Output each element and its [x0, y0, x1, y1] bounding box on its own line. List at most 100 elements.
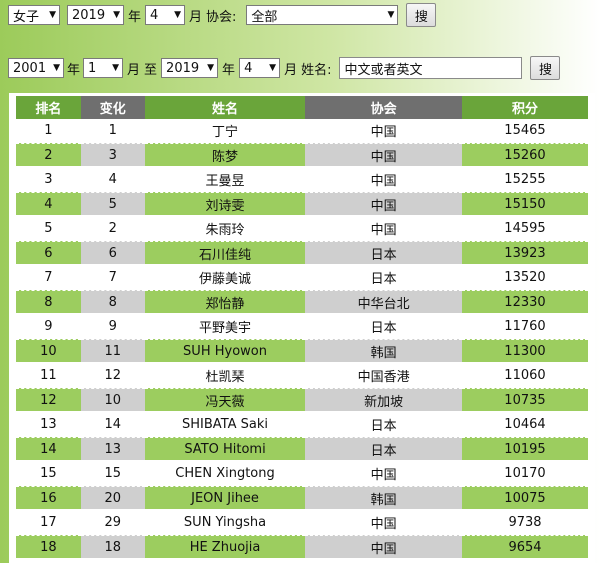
- chevron-down-icon: ▼: [387, 10, 395, 20]
- month-select[interactable]: 4 ▼: [145, 5, 186, 25]
- change-cell: 18: [80, 535, 145, 560]
- rank-cell: 7: [16, 266, 81, 290]
- year-select[interactable]: 2019 ▼: [67, 5, 124, 25]
- change-cell: 12: [80, 364, 145, 388]
- rank-cell: 14: [16, 437, 81, 462]
- association-cell: 中国: [305, 192, 462, 217]
- player-name-cell: HE Zhuojia: [144, 535, 306, 560]
- change-cell: 20: [80, 486, 145, 511]
- table-row: 16 20 JEON Jihee 韩国 10075: [16, 486, 588, 511]
- association-cell: 中国: [305, 217, 462, 241]
- table-row: 6 6 石川佳纯 日本 13923: [16, 241, 588, 266]
- points-cell: 9738: [461, 511, 588, 535]
- table-row: 11 12 杜凯琹 中国香港 11060: [16, 364, 588, 388]
- association-cell: 韩国: [305, 486, 462, 511]
- chevron-down-icon: ▼: [269, 63, 277, 73]
- change-cell: 29: [80, 511, 145, 535]
- from-year-value: 2001: [13, 60, 47, 76]
- change-cell: 15: [80, 462, 145, 486]
- rank-cell: 9: [16, 315, 81, 339]
- change-cell: 9: [80, 315, 145, 339]
- points-cell: 10195: [461, 437, 588, 462]
- col-points-header: 积分: [461, 96, 588, 119]
- filter-row-1: 女子 ▼ 2019 ▼ 年 4 ▼ 月 协会: 全部 ▼ 搜: [8, 3, 437, 27]
- table-row: 7 7 伊藤美诚 日本 13520: [16, 266, 588, 290]
- from-month-unit: 月: [127, 62, 141, 78]
- rank-cell: 18: [16, 535, 81, 560]
- year-value: 2019: [72, 7, 106, 23]
- from-month-select[interactable]: 1 ▼: [83, 58, 124, 78]
- player-name-cell: 平野美宇: [144, 315, 306, 339]
- change-cell: 5: [80, 192, 145, 217]
- table-row: 12 10 冯天薇 新加坡 10735: [16, 388, 588, 413]
- player-name-cell: CHEN Xingtong: [144, 462, 306, 486]
- points-cell: 11300: [461, 339, 588, 364]
- from-year-unit: 年: [67, 62, 81, 78]
- table-row: 3 4 王曼昱 中国 15255: [16, 168, 588, 192]
- association-cell: 日本: [305, 266, 462, 290]
- table-row: 2 3 陈梦 中国 15260: [16, 143, 588, 168]
- year-unit: 年: [128, 9, 142, 25]
- filter-row-2: 2001 ▼ 年 1 ▼ 月 至 2019 ▼ 年 4 ▼ 月 姓名: 中文或者英文 搜: [8, 56, 561, 80]
- association-cell: 日本: [305, 413, 462, 437]
- table-row: 5 2 朱雨玲 中国 14595: [16, 217, 588, 241]
- rank-cell: 16: [16, 486, 81, 511]
- to-year-unit: 年: [222, 62, 236, 78]
- chevron-down-icon: ▼: [207, 63, 215, 73]
- points-cell: 12330: [461, 290, 588, 315]
- points-cell: 15465: [461, 119, 588, 143]
- association-cell: 韩国: [305, 339, 462, 364]
- association-cell: 中国: [305, 168, 462, 192]
- association-cell: 中国: [305, 462, 462, 486]
- player-name-cell: JEON Jihee: [144, 486, 306, 511]
- name-input[interactable]: 中文或者英文: [339, 57, 523, 79]
- association-cell: 中国: [305, 119, 462, 143]
- player-name-cell: 郑怡静: [144, 290, 306, 315]
- player-name-cell: 杜凯琹: [144, 364, 306, 388]
- association-cell: 新加坡: [305, 388, 462, 413]
- gender-select[interactable]: 女子 ▼: [8, 5, 60, 25]
- table-row: 13 14 SHIBATA Saki 日本 10464: [16, 413, 588, 437]
- rank-cell: 17: [16, 511, 81, 535]
- to-label: 至: [144, 62, 158, 78]
- table-row: 9 9 平野美宇 日本 11760: [16, 315, 588, 339]
- ranking-table-panel: 排名 变化 姓名 协会 积分 1 1 丁宁 中国 15465 2 3 陈梦 中国 15260 3 4 王…: [9, 93, 595, 563]
- association-select[interactable]: 全部 ▼: [246, 5, 399, 25]
- from-year-select[interactable]: 2001 ▼: [8, 58, 64, 78]
- rank-cell: 15: [16, 462, 81, 486]
- col-change-header: 变化: [80, 96, 145, 119]
- rank-cell: 12: [16, 388, 81, 413]
- month-value: 4: [150, 7, 159, 23]
- name-label: 姓名:: [301, 62, 332, 78]
- rank-cell: 2: [16, 143, 81, 168]
- points-cell: 10075: [461, 486, 588, 511]
- month-unit: 月: [189, 9, 203, 25]
- change-cell: 1: [80, 119, 145, 143]
- to-year-value: 2019: [166, 60, 200, 76]
- change-cell: 13: [80, 437, 145, 462]
- search-button[interactable]: 搜: [406, 3, 437, 27]
- player-name-cell: SATO Hitomi: [144, 437, 306, 462]
- table-row: 14 13 SATO Hitomi 日本 10195: [16, 437, 588, 462]
- change-cell: 3: [80, 143, 145, 168]
- points-cell: 13520: [461, 266, 588, 290]
- points-cell: 10170: [461, 462, 588, 486]
- chevron-down-icon: ▼: [49, 10, 56, 20]
- player-name-cell: 石川佳纯: [144, 241, 306, 266]
- from-month-value: 1: [88, 60, 97, 76]
- player-name-cell: 陈梦: [144, 143, 306, 168]
- change-cell: 6: [80, 241, 145, 266]
- chevron-down-icon: ▼: [113, 10, 120, 20]
- change-cell: 7: [80, 266, 145, 290]
- points-cell: 11760: [461, 315, 588, 339]
- to-year-select[interactable]: 2019 ▼: [161, 58, 219, 78]
- to-month-select[interactable]: 4 ▼: [239, 58, 281, 78]
- player-name-cell: SUH Hyowon: [144, 339, 306, 364]
- change-cell: 14: [80, 413, 145, 437]
- rank-cell: 13: [16, 413, 81, 437]
- player-name-cell: SUN Yingsha: [144, 511, 306, 535]
- search-button-2[interactable]: 搜: [530, 56, 561, 80]
- table-row: 10 11 SUH Hyowon 韩国 11300: [16, 339, 588, 364]
- rank-cell: 11: [16, 364, 81, 388]
- association-cell: 日本: [305, 437, 462, 462]
